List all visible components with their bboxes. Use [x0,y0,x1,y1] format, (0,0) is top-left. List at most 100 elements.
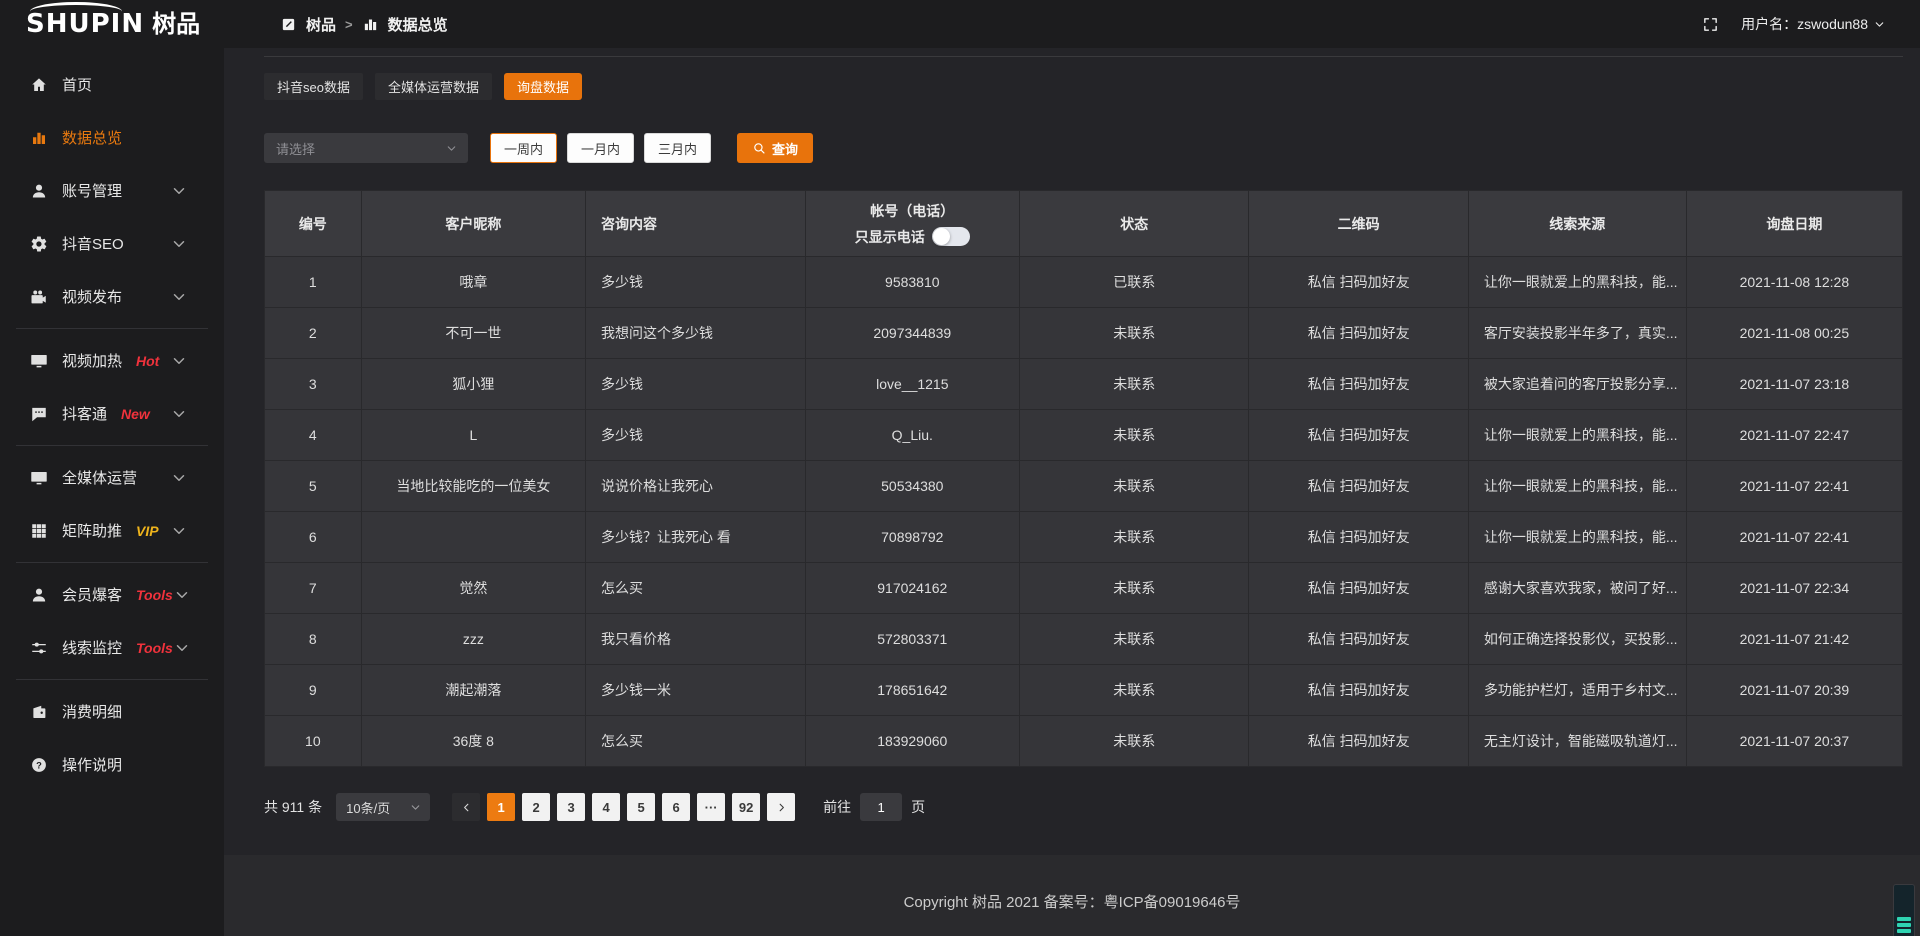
page-button-4[interactable]: 4 [592,793,620,821]
cell-source[interactable]: 客厅安装投影半年多了，真实... [1468,308,1686,359]
cell-account: Q_Liu. [805,410,1020,461]
sidebar-item-video-heat[interactable]: 视频加热Hot [0,334,224,387]
query-button-label: 查询 [772,139,798,158]
period-button-3[interactable]: 三月内 [644,133,711,163]
sidebar-item-matrix-boost[interactable]: 矩阵助推VIP [0,504,224,557]
app-logo: SHUPIN 树品 [0,11,224,37]
minimized-widget[interactable] [1893,884,1915,936]
cell-qrcode[interactable]: 私信 扫码加好友 [1249,461,1468,512]
search-icon [752,141,766,155]
cell-status[interactable]: 未联系 [1020,461,1249,512]
cell-nickname: 哦章 [361,257,585,308]
cell-status[interactable]: 未联系 [1020,665,1249,716]
cell-source[interactable]: 无主灯设计，智能磁吸轨道灯... [1468,716,1686,767]
sidebar-item-member-baoke[interactable]: 会员爆客Tools [0,568,224,621]
cell-source[interactable]: 让你一眼就爱上的黑科技，能... [1468,512,1686,563]
query-button[interactable]: 查询 [737,133,813,163]
cell-source[interactable]: 让你一眼就爱上的黑科技，能... [1468,257,1686,308]
inquiry-table: 编号客户昵称咨询内容帐号（电话）只显示电话状态二维码线索来源询盘日期 1哦章多少… [264,190,1903,767]
page-button-1[interactable]: 1 [487,793,515,821]
data-tabs: 抖音seo数据全媒体运营数据询盘数据 [264,73,1903,100]
cell-content: 多少钱？让我死心 看 [586,512,805,563]
cell-qrcode[interactable]: 私信 扫码加好友 [1249,716,1468,767]
page-button-5[interactable]: 5 [627,793,655,821]
page-button-2[interactable]: 2 [522,793,550,821]
cell-status[interactable]: 未联系 [1020,716,1249,767]
page-button-6[interactable]: 6 [662,793,690,821]
sidebar-item-operation-guide[interactable]: ?操作说明 [0,738,224,791]
sidebar-item-video-publish[interactable]: 视频发布 [0,270,224,323]
sidebar-item-account-manage[interactable]: 账号管理 [0,164,224,217]
cell-status[interactable]: 未联系 [1020,512,1249,563]
goto-page-input[interactable] [860,793,902,821]
cell-qrcode[interactable]: 私信 扫码加好友 [1249,257,1468,308]
cell-qrcode[interactable]: 私信 扫码加好友 [1249,359,1468,410]
breadcrumb-root[interactable]: 树品 [306,14,336,35]
cell-status[interactable]: 已联系 [1020,257,1249,308]
next-page-button[interactable] [767,793,795,821]
cell-qrcode[interactable]: 私信 扫码加好友 [1249,563,1468,614]
cell-status[interactable]: 未联系 [1020,359,1249,410]
cell-nickname: 觉然 [361,563,585,614]
page-button-92[interactable]: 92 [732,793,760,821]
cell-qrcode[interactable]: 私信 扫码加好友 [1249,614,1468,665]
sidebar-item-douyin-seo[interactable]: 抖音SEO [0,217,224,270]
chevron-down-icon [170,235,188,253]
sidebar-item-label: 视频加热 [62,350,122,371]
cell-source[interactable]: 让你一眼就爱上的黑科技，能... [1468,461,1686,512]
cell-date: 2021-11-08 12:28 [1686,257,1902,308]
column-header-1: 编号 [265,191,362,257]
tab-inquiry-data[interactable]: 询盘数据 [504,73,582,100]
date-range-select[interactable]: 请选择 [264,133,468,163]
page-footer: Copyright 树品 2021 备案号：粤ICP备09019646号 [224,855,1920,936]
cell-content: 多少钱一米 [586,665,805,716]
cell-content: 说说价格让我死心 [586,461,805,512]
copyright-text: Copyright 树品 2021 备案号：粤ICP备09019646号 [904,891,1241,936]
tab-douyin-seo-data[interactable]: 抖音seo数据 [264,73,363,100]
tab-media-operation-data[interactable]: 全媒体运营数据 [375,73,492,100]
cell-qrcode[interactable]: 私信 扫码加好友 [1249,410,1468,461]
prev-page-button[interactable] [452,793,480,821]
per-page-select[interactable]: 10条/页 [336,793,430,821]
sidebar-item-consume-detail[interactable]: 消费明细 [0,685,224,738]
sidebar-item-douketong[interactable]: 抖客通New [0,387,224,440]
breadcrumb-separator: > [345,17,353,32]
cell-status[interactable]: 未联系 [1020,308,1249,359]
cell-source[interactable]: 让你一眼就爱上的黑科技，能... [1468,410,1686,461]
sidebar-item-home[interactable]: 首页 [0,58,224,111]
cell-source[interactable]: 感谢大家喜欢我家，被问了好... [1468,563,1686,614]
sidebar-item-data-overview[interactable]: 数据总览 [0,111,224,164]
period-button-2[interactable]: 一月内 [567,133,634,163]
cell-no: 2 [265,308,362,359]
table-row: 5当地比较能吃的一位美女说说价格让我死心50534380未联系私信 扫码加好友让… [265,461,1903,512]
chevron-down-icon [170,469,188,487]
cell-source[interactable]: 被大家追着问的客厅投影分享... [1468,359,1686,410]
page-buttons: 123456···92 [430,793,795,821]
user-menu[interactable]: 用户名：zswodun88 [1741,14,1886,34]
cell-account: 572803371 [805,614,1020,665]
cell-qrcode[interactable]: 私信 扫码加好友 [1249,665,1468,716]
table-row: 7觉然怎么买917024162未联系私信 扫码加好友感谢大家喜欢我家，被问了好.… [265,563,1903,614]
cell-status[interactable]: 未联系 [1020,614,1249,665]
fullscreen-icon[interactable] [1702,16,1719,33]
sidebar-item-clue-monitor[interactable]: 线索监控Tools [0,621,224,674]
sidebar-divider [16,679,208,680]
column-header-5: 状态 [1020,191,1249,257]
page-button-3[interactable]: 3 [557,793,585,821]
grid-icon [30,522,48,540]
cell-status[interactable]: 未联系 [1020,410,1249,461]
column-header-8: 询盘日期 [1686,191,1902,257]
cell-qrcode[interactable]: 私信 扫码加好友 [1249,308,1468,359]
cell-qrcode[interactable]: 私信 扫码加好友 [1249,512,1468,563]
goto-suffix-label: 页 [911,797,925,817]
phone-only-toggle[interactable] [932,227,970,246]
cell-source[interactable]: 如何正确选择投影仪，买投影... [1468,614,1686,665]
sidebar-item-media-operation[interactable]: 全媒体运营 [0,451,224,504]
breadcrumb: 树品 > 数据总览 [280,14,448,35]
page-ellipsis[interactable]: ··· [697,793,725,821]
cell-status[interactable]: 未联系 [1020,563,1249,614]
header-right: 用户名：zswodun88 [1702,14,1920,34]
cell-source[interactable]: 多功能护栏灯，适用于乡村文... [1468,665,1686,716]
period-button-1[interactable]: 一周内 [490,133,557,163]
sidebar-item-label: 账号管理 [62,180,122,201]
